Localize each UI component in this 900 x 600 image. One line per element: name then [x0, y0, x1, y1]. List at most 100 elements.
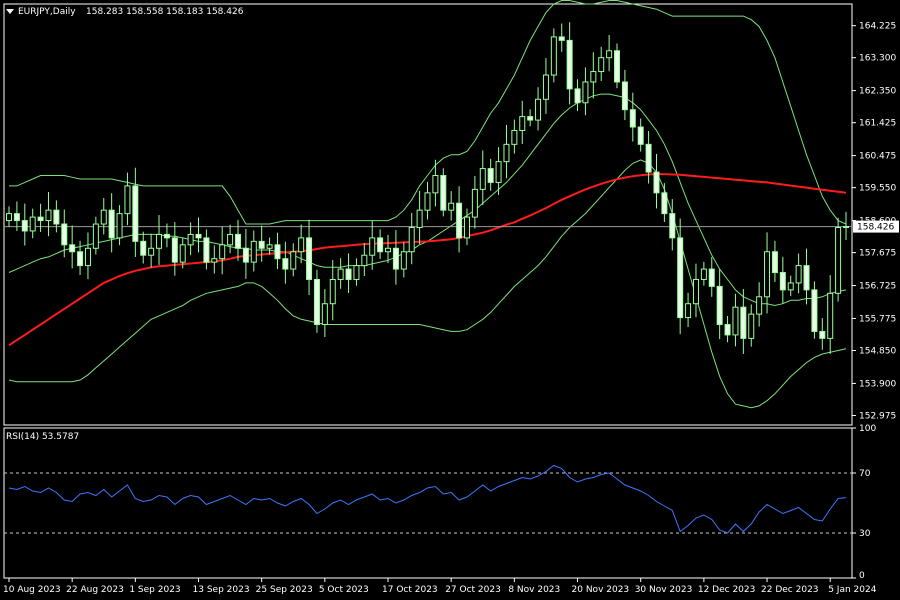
candle[interactable]	[614, 43, 621, 89]
candle[interactable]	[700, 261, 707, 286]
candle[interactable]	[408, 212, 415, 265]
candle[interactable]	[582, 67, 589, 116]
candle[interactable]	[6, 206, 12, 227]
candle[interactable]	[574, 79, 581, 112]
candle[interactable]	[219, 226, 226, 275]
candle[interactable]	[392, 230, 399, 285]
candle[interactable]	[653, 153, 660, 209]
candle[interactable]	[148, 233, 155, 268]
candle[interactable]	[258, 225, 265, 262]
candle[interactable]	[795, 253, 802, 294]
candle[interactable]	[227, 224, 234, 254]
candle[interactable]	[692, 263, 699, 318]
candle[interactable]	[234, 219, 241, 261]
candle[interactable]	[764, 232, 771, 314]
candle[interactable]	[37, 203, 44, 232]
candle[interactable]	[306, 219, 313, 296]
candle[interactable]	[140, 231, 147, 264]
candle[interactable]	[377, 229, 384, 260]
symbol-menu-icon[interactable]	[6, 9, 14, 14]
price-panel[interactable]: 164.225 163.300 162.350 161.425 160.475 159.5…	[3, 0, 899, 426]
candle[interactable]	[29, 208, 36, 239]
candle[interactable]	[156, 215, 163, 265]
candle[interactable]	[779, 256, 786, 304]
candle[interactable]	[558, 23, 565, 52]
candle[interactable]	[108, 193, 115, 253]
candle[interactable]	[629, 92, 636, 142]
candle[interactable]	[282, 241, 289, 284]
candle[interactable]	[171, 222, 178, 276]
candle[interactable]	[527, 109, 534, 127]
candle[interactable]	[448, 191, 455, 221]
candle[interactable]	[471, 176, 478, 229]
candle[interactable]	[811, 281, 818, 339]
candle[interactable]	[203, 229, 210, 270]
candle[interactable]	[661, 183, 668, 222]
candle[interactable]	[748, 304, 755, 347]
bear-candle-body	[574, 88, 581, 104]
candle[interactable]	[21, 203, 28, 246]
candle[interactable]	[92, 216, 99, 255]
candle[interactable]	[511, 119, 518, 154]
candle[interactable]	[321, 289, 328, 337]
candle[interactable]	[124, 172, 131, 226]
candle[interactable]	[100, 198, 107, 235]
candle[interactable]	[266, 237, 273, 255]
candle[interactable]	[550, 28, 557, 83]
candle[interactable]	[771, 240, 778, 282]
candle[interactable]	[606, 35, 613, 72]
candle[interactable]	[685, 292, 692, 327]
candle[interactable]	[456, 186, 463, 253]
candle[interactable]	[835, 217, 842, 302]
candle[interactable]	[53, 200, 60, 233]
candle[interactable]	[84, 232, 91, 280]
candle[interactable]	[45, 191, 52, 237]
candle[interactable]	[369, 220, 376, 270]
candle[interactable]	[250, 230, 257, 272]
candle[interactable]	[361, 243, 368, 277]
candle[interactable]	[211, 245, 218, 274]
candle[interactable]	[195, 217, 202, 253]
candle[interactable]	[487, 158, 494, 191]
candle[interactable]	[479, 150, 486, 205]
candle[interactable]	[424, 181, 431, 220]
candle[interactable]	[337, 258, 344, 289]
candle[interactable]	[519, 100, 526, 144]
candle[interactable]	[274, 232, 281, 270]
candle[interactable]	[637, 118, 644, 152]
candle[interactable]	[598, 46, 605, 81]
candle[interactable]	[132, 167, 139, 257]
candle[interactable]	[290, 243, 297, 277]
candle[interactable]	[621, 69, 628, 121]
candle[interactable]	[345, 253, 352, 293]
rsi-panel[interactable]: 100 70 30 0	[3, 424, 876, 581]
candle[interactable]	[542, 58, 549, 114]
candle[interactable]	[756, 282, 763, 327]
candle[interactable]	[416, 190, 423, 245]
candle[interactable]	[353, 258, 360, 286]
candle[interactable]	[242, 228, 249, 279]
candle[interactable]	[116, 205, 123, 246]
candle[interactable]	[187, 222, 194, 256]
candle[interactable]	[329, 260, 336, 321]
candle[interactable]	[590, 52, 597, 99]
candle[interactable]	[708, 256, 715, 297]
candle[interactable]	[69, 225, 76, 269]
candle[interactable]	[819, 318, 826, 350]
candle[interactable]	[313, 269, 320, 333]
candle[interactable]	[716, 269, 723, 340]
candle[interactable]	[385, 234, 392, 264]
candle[interactable]	[400, 242, 407, 278]
candle[interactable]	[740, 288, 747, 354]
candle[interactable]	[566, 22, 573, 105]
candle[interactable]	[803, 248, 810, 305]
candle[interactable]	[724, 316, 731, 343]
candle[interactable]	[827, 275, 834, 354]
candle[interactable]	[732, 293, 739, 347]
candle[interactable]	[535, 87, 542, 131]
candle[interactable]	[503, 124, 510, 179]
candle[interactable]	[843, 211, 849, 240]
candle[interactable]	[787, 275, 794, 297]
candle[interactable]	[440, 168, 447, 217]
trading-chart[interactable]: 164.225 163.300 162.350 161.425 160.475 159.5…	[0, 0, 900, 600]
